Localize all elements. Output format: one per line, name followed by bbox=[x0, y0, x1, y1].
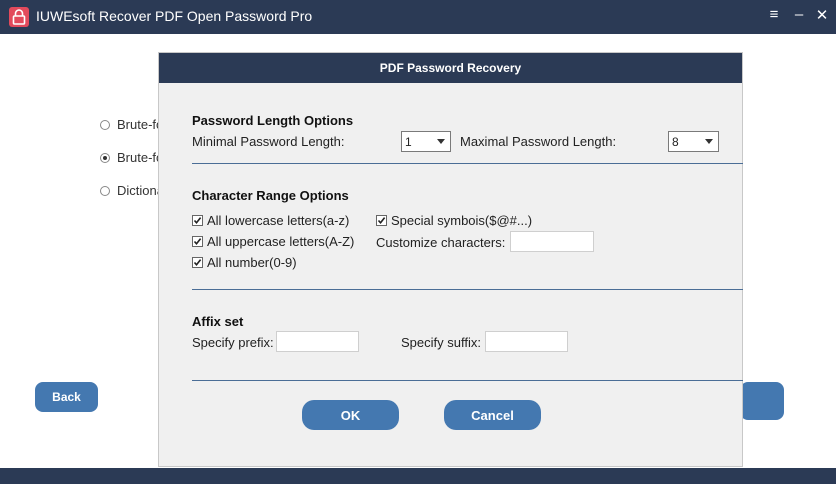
suffix-label: Specify suffix: bbox=[401, 335, 481, 350]
chevron-down-icon bbox=[437, 139, 445, 144]
menu-icon[interactable]: ≡ bbox=[764, 6, 784, 23]
lowercase-label: All lowercase letters(a-z) bbox=[207, 213, 350, 228]
password-recovery-dialog: PDF Password Recovery Password Length Op… bbox=[158, 52, 743, 467]
radio-label: Dictiona bbox=[117, 183, 164, 198]
app-title: IUWEsoft Recover PDF Open Password Pro bbox=[36, 8, 313, 24]
lowercase-option[interactable]: All lowercase letters(a-z) bbox=[192, 213, 349, 228]
chevron-down-icon bbox=[705, 139, 713, 144]
suffix-input[interactable] bbox=[485, 331, 568, 352]
cancel-button[interactable]: Cancel bbox=[444, 400, 541, 430]
special-symbols-option[interactable]: Special symbois($@#...) bbox=[376, 213, 532, 228]
customize-characters-input[interactable] bbox=[510, 231, 594, 252]
close-icon[interactable]: ✕ bbox=[812, 6, 832, 24]
prefix-label: Specify prefix: bbox=[192, 335, 274, 350]
section-divider bbox=[192, 163, 743, 164]
checkbox-checked-icon[interactable] bbox=[192, 236, 203, 247]
radio-label: Brute-fo bbox=[117, 150, 164, 165]
radio-icon[interactable] bbox=[100, 119, 110, 130]
radio-option-1[interactable]: Brute-fo bbox=[100, 117, 163, 132]
number-label: All number(0-9) bbox=[207, 255, 297, 270]
radio-option-2[interactable]: Brute-fo bbox=[100, 150, 163, 165]
app-title-bar: IUWEsoft Recover PDF Open Password Pro ≡… bbox=[0, 0, 836, 34]
max-length-label: Maximal Password Length: bbox=[460, 134, 617, 149]
back-button[interactable]: Back bbox=[35, 382, 98, 412]
max-length-value: 8 bbox=[672, 134, 679, 149]
uppercase-label: All uppercase letters(A-Z) bbox=[207, 234, 355, 249]
uppercase-option[interactable]: All uppercase letters(A-Z) bbox=[192, 234, 354, 249]
max-length-select[interactable]: 8 bbox=[668, 131, 719, 152]
checkbox-checked-icon[interactable] bbox=[192, 215, 203, 226]
checkbox-checked-icon[interactable] bbox=[192, 257, 203, 268]
minimize-icon[interactable]: – bbox=[789, 6, 809, 23]
radio-icon[interactable] bbox=[100, 185, 110, 196]
min-length-select[interactable]: 1 bbox=[401, 131, 451, 152]
min-length-value: 1 bbox=[405, 134, 412, 149]
customize-label: Customize characters: bbox=[376, 235, 506, 250]
dialog-title: PDF Password Recovery bbox=[159, 53, 742, 83]
checkbox-checked-icon[interactable] bbox=[376, 215, 387, 226]
section-divider bbox=[192, 289, 743, 290]
lock-icon bbox=[9, 7, 29, 27]
length-section-title: Password Length Options bbox=[192, 113, 354, 128]
radio-selected-icon[interactable] bbox=[100, 152, 110, 163]
special-symbols-label: Special symbois($@#...) bbox=[391, 213, 533, 228]
min-length-label: Minimal Password Length: bbox=[192, 134, 345, 149]
section-divider bbox=[192, 380, 743, 381]
ok-button[interactable]: OK bbox=[302, 400, 399, 430]
prefix-input[interactable] bbox=[276, 331, 359, 352]
charset-section-title: Character Range Options bbox=[192, 188, 349, 203]
number-option[interactable]: All number(0-9) bbox=[192, 255, 297, 270]
next-button[interactable] bbox=[740, 382, 784, 420]
radio-option-3[interactable]: Dictiona bbox=[100, 183, 164, 198]
affix-section-title: Affix set bbox=[192, 314, 244, 329]
bottom-bar bbox=[0, 468, 836, 484]
radio-label: Brute-fo bbox=[117, 117, 164, 132]
